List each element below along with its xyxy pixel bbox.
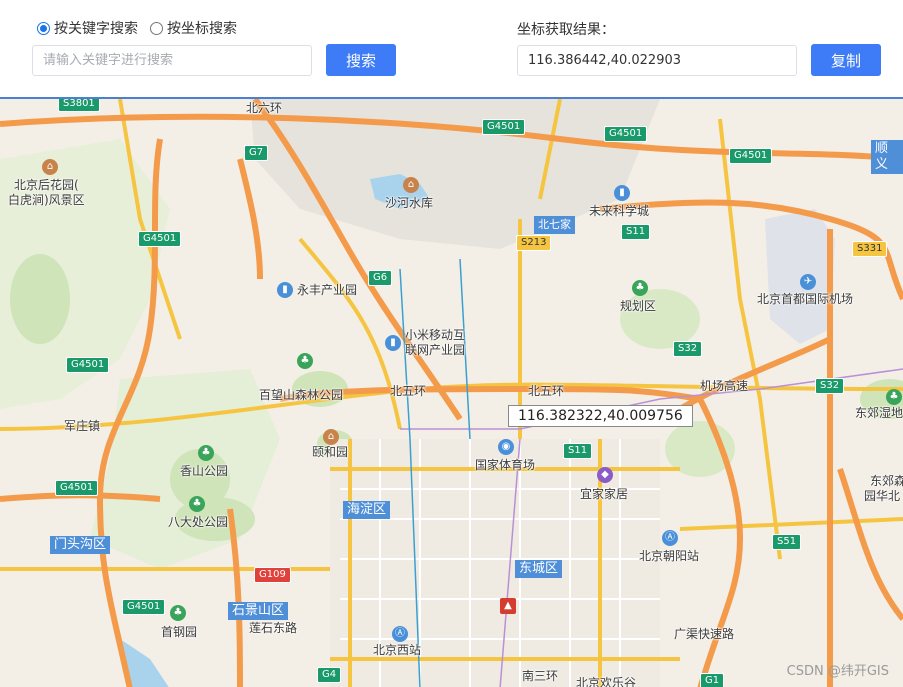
copy-button[interactable]: 复制 (811, 44, 881, 76)
tiananmen-icon[interactable]: ▲ (500, 598, 516, 614)
place-label: 八大处公园 (168, 515, 229, 529)
road-label: 广渠快速路 (674, 627, 735, 641)
place-label: 北京欢乐谷 (576, 676, 637, 687)
highway-shield: S32 (815, 378, 845, 394)
park-icon[interactable]: ♣ (189, 496, 205, 512)
app-window: 按关键字搜索 按坐标搜索 搜索 坐标获取结果： 复制 (0, 0, 903, 687)
shopping-icon[interactable]: ◆ (597, 467, 613, 483)
place-label: 永丰产业园 (297, 283, 358, 297)
road-label: 南三环 (522, 669, 559, 683)
highway-shield: G4501 (729, 148, 773, 164)
place-label: 北京后花园( (14, 178, 79, 192)
radio-checked-icon[interactable] (37, 21, 50, 35)
stadium-icon[interactable]: ◉ (498, 439, 514, 455)
place-label: 白虎涧)风景区 (8, 193, 85, 207)
place-label: 香山公园 (180, 464, 229, 478)
highway-shield: G109 (254, 567, 291, 583)
highway-shield: G4501 (66, 357, 110, 373)
district-label: 顺义 (871, 140, 903, 174)
coordinate-search-radio[interactable]: 按坐标搜索 (150, 18, 237, 38)
place-label: 国家体育场 (475, 458, 536, 472)
district-label: 门头沟区 (50, 536, 111, 554)
place-label: 颐和园 (312, 445, 349, 459)
place-label: 北京西站 (373, 643, 422, 657)
result-label: 坐标获取结果： (517, 22, 615, 38)
road-label: 北五环 (390, 384, 427, 398)
park-icon[interactable]: ♣ (297, 353, 313, 369)
watermark: CSDN @纬开GIS (786, 664, 889, 679)
park-icon[interactable]: ♣ (632, 280, 648, 296)
park-icon[interactable]: ♣ (170, 605, 186, 621)
scenic-icon[interactable]: ⌂ (323, 429, 339, 445)
road-label: 莲石东路 (249, 621, 298, 635)
highway-shield: G6 (368, 270, 393, 286)
district-label: 石景山区 (228, 602, 289, 620)
place-label: 联网产业园 (405, 343, 466, 357)
place-label: 东郊森 (870, 474, 903, 488)
station-icon[interactable]: Ⓐ (392, 626, 408, 642)
green-patch (620, 289, 700, 349)
place-label: 东郊湿地 (855, 406, 903, 420)
park-icon[interactable]: ♣ (198, 445, 214, 461)
highway-shield: S32 (673, 341, 703, 357)
highway-shield: S331 (852, 241, 888, 257)
scenic-icon[interactable]: ⌂ (42, 159, 58, 175)
keyword-search-label: 按关键字搜索 (54, 21, 138, 37)
building-icon[interactable]: ▮ (385, 335, 401, 351)
district-label: 海淀区 (343, 501, 391, 519)
place-label: 沙河水库 (385, 196, 434, 210)
highway-shield: G4501 (138, 231, 182, 247)
airport-icon[interactable]: ✈ (800, 274, 816, 290)
highway-shield: S3801 (58, 99, 100, 112)
place-label: 北京朝阳站 (639, 549, 700, 563)
place-label: 小米移动互 (405, 328, 466, 342)
search-input[interactable] (32, 45, 312, 76)
place-label: 园华北 (864, 489, 901, 503)
road-label: 北六环 (246, 101, 283, 115)
coordinate-tooltip: 116.382322,40.009756 (508, 405, 693, 427)
highway-shield: G4501 (55, 480, 99, 496)
place-label: 军庄镇 (64, 419, 101, 433)
road-label: 北五环 (528, 384, 565, 398)
place-label: 首钢园 (161, 625, 198, 639)
highway-shield: G4501 (122, 599, 166, 615)
building-icon[interactable]: ▮ (614, 185, 630, 201)
green-patch (10, 254, 70, 344)
highway-shield: S11 (621, 224, 651, 240)
highway-shield: S11 (563, 443, 593, 459)
highway-shield: S213 (516, 235, 552, 251)
airport-area (765, 209, 835, 344)
keyword-search-radio[interactable]: 按关键字搜索 (37, 18, 138, 38)
highway-shield: G1 (700, 673, 725, 687)
place-label: 规划区 (620, 299, 657, 313)
highway-shield: S51 (772, 534, 802, 550)
district-label: 北七家 (534, 216, 575, 234)
park-icon[interactable]: ♣ (886, 389, 902, 405)
coordinate-search-label: 按坐标搜索 (167, 21, 237, 37)
search-button[interactable]: 搜索 (326, 44, 396, 76)
scenic-icon[interactable]: ⌂ (403, 177, 419, 193)
search-mode-group: 按关键字搜索 按坐标搜索 (37, 18, 237, 38)
highway-shield: G4501 (604, 126, 648, 142)
building-icon[interactable]: ▮ (277, 282, 293, 298)
coordinate-result-field[interactable] (517, 45, 797, 76)
radio-unchecked-icon[interactable] (150, 21, 163, 35)
district-label: 东城区 (515, 560, 563, 578)
toolbar: 按关键字搜索 按坐标搜索 搜索 坐标获取结果： 复制 (0, 0, 903, 97)
place-label: 未来科学城 (589, 204, 650, 218)
highway-shield: G4501 (482, 119, 526, 135)
highway-shield: G7 (244, 145, 269, 161)
map-canvas[interactable]: ⌂ ⌂ ▮ ▮ ▮ ♣ ✈ ♣ ⌂ ◉ ◆ ♣ ♣ Ⓐ ♣ Ⓐ ♣ ▲ 北京后花… (0, 97, 903, 687)
station-icon[interactable]: Ⓐ (662, 530, 678, 546)
place-label: 北京首都国际机场 (757, 292, 854, 306)
place-label: 宜家家居 (580, 487, 629, 501)
highway-shield: G4 (317, 667, 342, 683)
road-label: 机场高速 (700, 379, 749, 393)
place-label: 百望山森林公园 (259, 388, 344, 402)
